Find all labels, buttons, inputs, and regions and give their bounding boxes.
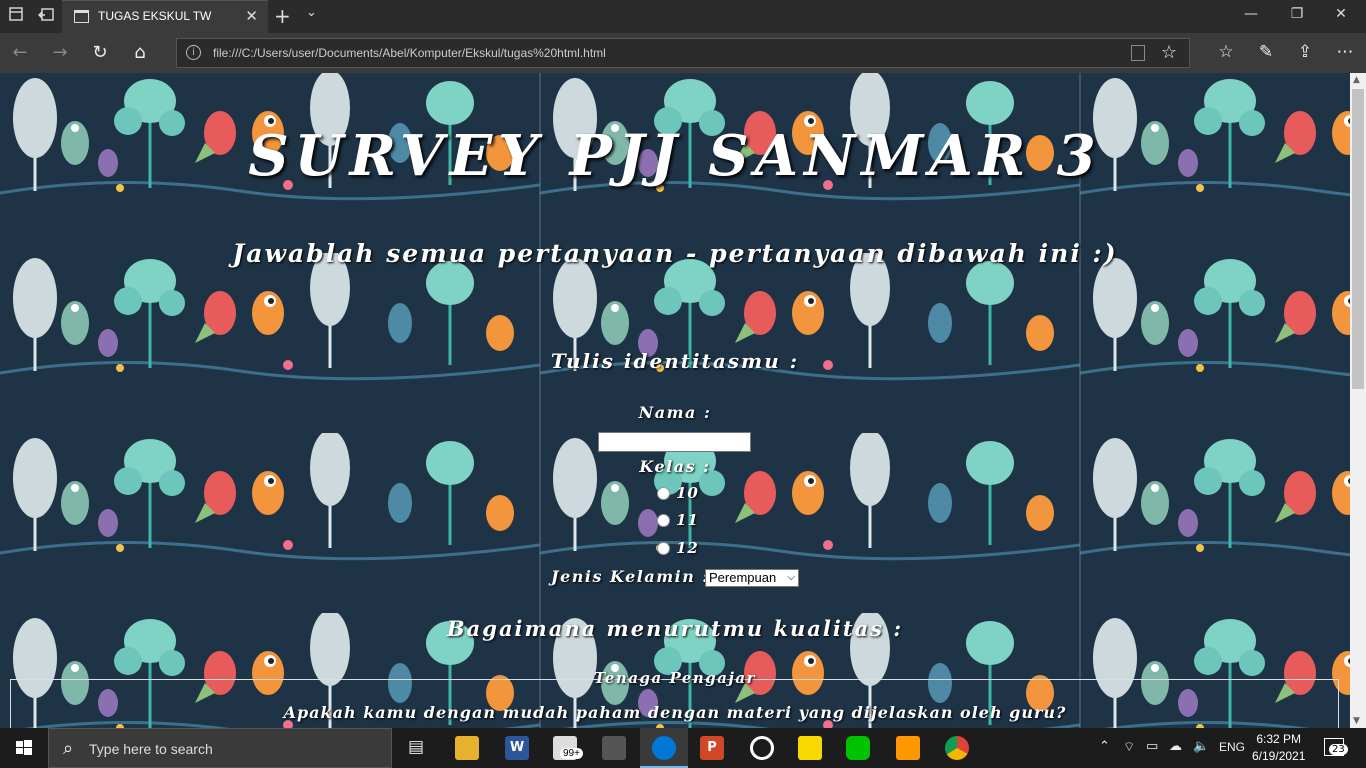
browser-tab-bar: TUGAS EKSKUL TW ✕ + ⌄ — ❐ ✕ bbox=[0, 0, 1366, 33]
powerpoint-icon[interactable]: P bbox=[700, 736, 724, 760]
url-text[interactable]: file:///C:/Users/user/Documents/Abel/Kom… bbox=[213, 46, 606, 60]
gender-label: Jenis Kelamin : bbox=[551, 567, 710, 586]
line-icon[interactable] bbox=[846, 736, 870, 760]
scroll-down-icon[interactable]: ▼ bbox=[1353, 716, 1360, 726]
wifi-icon[interactable]: ⌔ bbox=[1123, 739, 1135, 755]
task-view-icon[interactable]: ▤ bbox=[408, 737, 424, 757]
language-indicator[interactable]: ENG bbox=[1219, 740, 1245, 754]
page-icon bbox=[74, 10, 89, 23]
gender-selected-value: Perempuan bbox=[709, 570, 777, 585]
page-scrollbar[interactable]: ▲ ▼ bbox=[1350, 73, 1366, 728]
chevron-down-icon: ⌵ bbox=[787, 572, 795, 583]
survey-form: SURVEY PJJ SANMAR 3 Jawablah semua perta… bbox=[0, 73, 1350, 728]
file-explorer-icon[interactable] bbox=[455, 736, 479, 760]
volume-icon[interactable]: 🔈 bbox=[1193, 739, 1209, 754]
scrollbar-thumb[interactable] bbox=[1352, 89, 1364, 389]
tab-title: TUGAS EKSKUL TW bbox=[98, 9, 212, 23]
kelas-label: Kelas : bbox=[639, 457, 711, 476]
favorites-icon[interactable]: ☆ bbox=[1214, 42, 1238, 62]
more-icon[interactable]: ⋯ bbox=[1333, 42, 1357, 62]
word-icon[interactable]: W bbox=[505, 736, 529, 760]
kelas-radio-11[interactable] bbox=[657, 514, 670, 527]
forward-icon[interactable]: → bbox=[48, 42, 72, 63]
address-toolbar: ← → ↻ ⌂ i file:///C:/Users/user/Document… bbox=[0, 33, 1366, 73]
page-subtitle: Jawablah semua pertanyaan - pertanyaan d… bbox=[232, 239, 1118, 268]
windows-taskbar: ⌕ Type here to search ▤ W 99+ P ⌃ ⌔ ▭ ☁ … bbox=[0, 728, 1366, 768]
page-title: SURVEY PJJ SANMAR 3 bbox=[248, 123, 1102, 189]
store-icon[interactable] bbox=[602, 736, 626, 760]
nama-input[interactable] bbox=[598, 432, 751, 452]
kelas-radio-12[interactable] bbox=[657, 542, 670, 555]
chevron-up-icon[interactable]: ⌃ bbox=[1099, 739, 1110, 754]
search-icon: ⌕ bbox=[63, 738, 74, 759]
pen-icon[interactable]: ✎ bbox=[1254, 42, 1278, 62]
quality-heading: Bagaimana menurutmu kualitas : bbox=[446, 616, 904, 641]
edge-icon bbox=[652, 736, 676, 760]
favorite-star-icon[interactable]: ☆ bbox=[1161, 42, 1177, 63]
sublime-icon[interactable] bbox=[896, 736, 920, 760]
taskbar-search[interactable]: ⌕ Type here to search bbox=[48, 728, 392, 768]
kelas-option-10: 10 bbox=[676, 484, 699, 502]
identity-heading: Tulis identitasmu : bbox=[550, 349, 800, 373]
refresh-icon[interactable]: ↻ bbox=[88, 42, 112, 63]
back-icon[interactable]: ← bbox=[8, 42, 32, 63]
web-page: SURVEY PJJ SANMAR 3 Jawablah semua perta… bbox=[0, 73, 1350, 728]
tab-actions-icon[interactable] bbox=[8, 7, 26, 25]
windows-logo-icon bbox=[16, 740, 32, 755]
mail-badge: 99+ bbox=[560, 748, 583, 759]
clock-date: 6/19/2021 bbox=[1252, 749, 1306, 763]
dropbox-icon[interactable]: ☁ bbox=[1169, 739, 1182, 754]
kelas-option-11: 11 bbox=[676, 511, 699, 529]
new-tab-icon[interactable]: + bbox=[274, 4, 291, 28]
question-1: Apakah kamu dengan mudah paham dengan ma… bbox=[283, 703, 1067, 722]
nama-label: Nama : bbox=[638, 403, 712, 422]
chrome-icon[interactable] bbox=[945, 736, 969, 760]
notification-icon[interactable]: 23 bbox=[1324, 738, 1348, 756]
share-icon[interactable]: ⇪ bbox=[1293, 42, 1317, 62]
window-close-icon[interactable]: ✕ bbox=[1326, 6, 1356, 22]
start-button[interactable] bbox=[0, 728, 48, 768]
back-tab-icon[interactable] bbox=[37, 7, 55, 25]
kelas-option-12: 12 bbox=[676, 539, 699, 557]
reading-view-icon[interactable] bbox=[1131, 45, 1145, 61]
browser-tab[interactable]: TUGAS EKSKUL TW ✕ bbox=[62, 0, 268, 33]
system-clock[interactable]: 6:32 PM 6/19/2021 bbox=[1252, 731, 1305, 765]
search-placeholder: Type here to search bbox=[89, 741, 213, 757]
minimize-icon[interactable]: — bbox=[1236, 6, 1266, 22]
close-icon[interactable]: ✕ bbox=[245, 7, 258, 25]
scroll-up-icon[interactable]: ▲ bbox=[1353, 75, 1360, 85]
kelas-radio-10[interactable] bbox=[657, 487, 670, 500]
home-icon[interactable]: ⌂ bbox=[128, 42, 152, 63]
address-bar[interactable]: i file:///C:/Users/user/Documents/Abel/K… bbox=[176, 38, 1190, 68]
notification-count: 23 bbox=[1329, 744, 1348, 755]
media-icon[interactable] bbox=[750, 736, 774, 760]
info-icon[interactable]: i bbox=[186, 45, 201, 60]
chevron-down-icon[interactable]: ⌄ bbox=[306, 5, 317, 20]
sticky-notes-icon[interactable] bbox=[798, 736, 822, 760]
gender-select[interactable]: Perempuan ⌵ bbox=[705, 569, 799, 587]
section-title: Tenaga Pengajar bbox=[593, 669, 757, 687]
edge-taskbar-button[interactable] bbox=[640, 728, 688, 768]
battery-icon[interactable]: ▭ bbox=[1146, 739, 1158, 754]
clock-time: 6:32 PM bbox=[1256, 732, 1302, 746]
maximize-icon[interactable]: ❐ bbox=[1282, 6, 1312, 22]
